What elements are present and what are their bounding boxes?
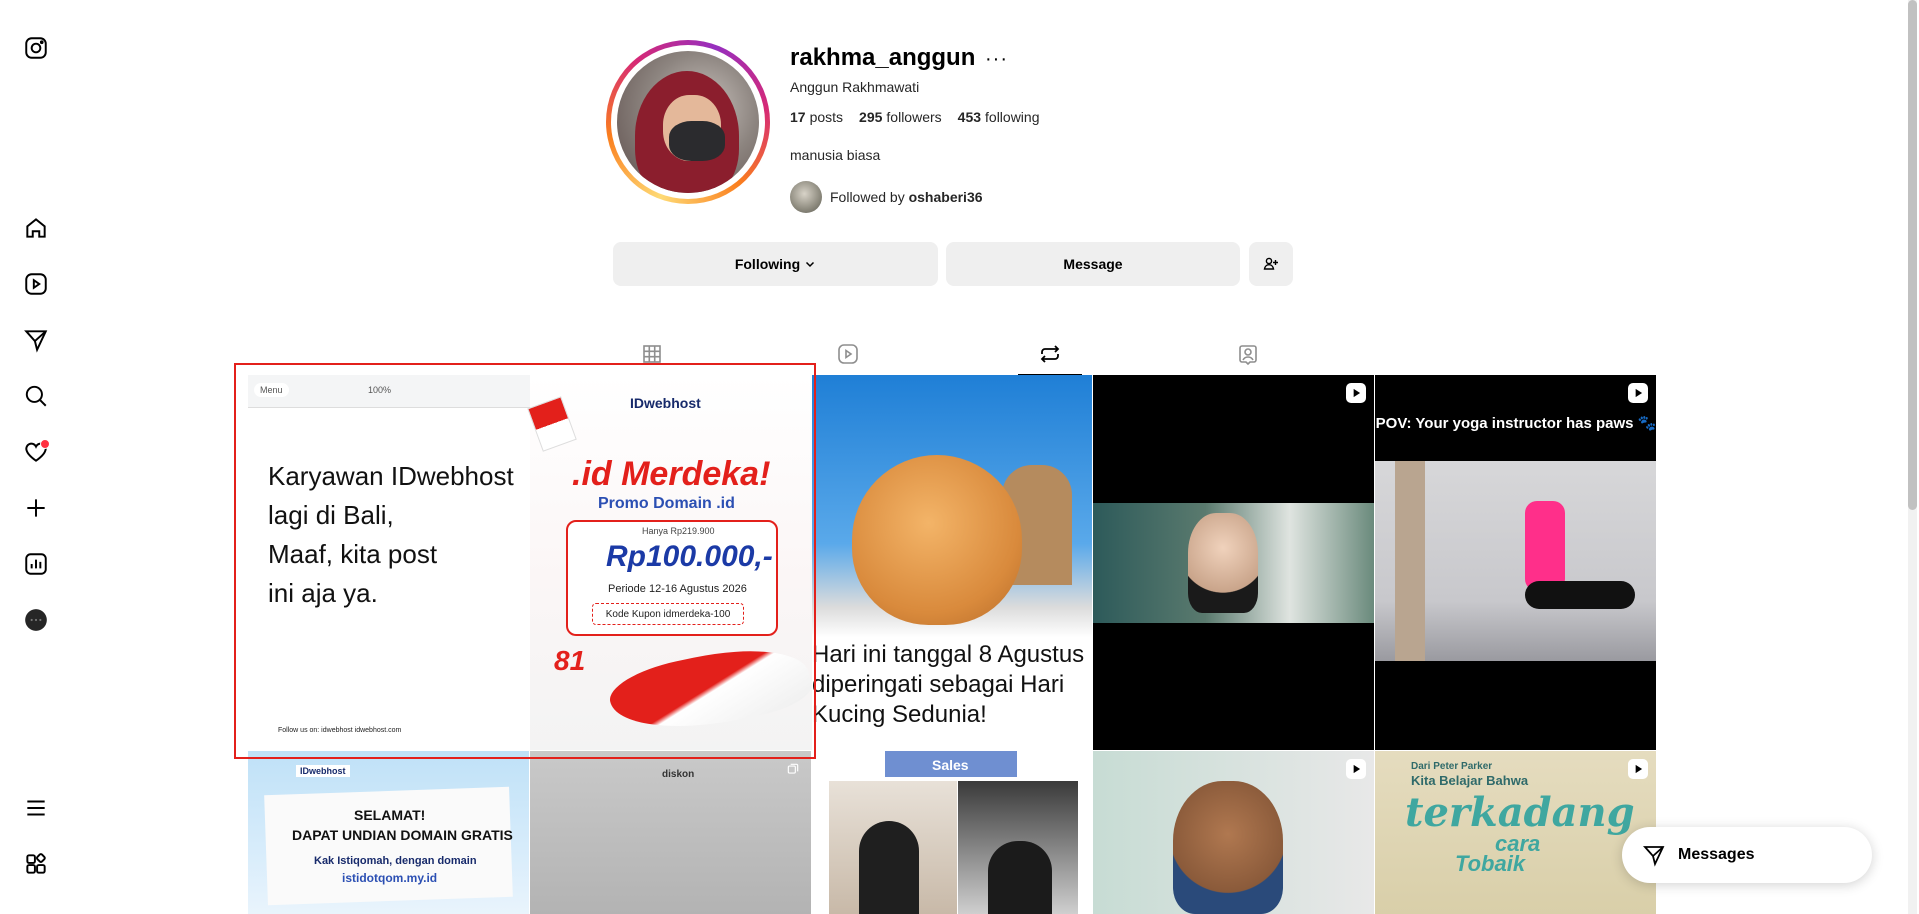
chevron-down-icon	[806, 261, 815, 268]
create-icon[interactable]	[22, 494, 50, 522]
post-text: Karyawan IDwebhost lagi di Bali, Maaf, k…	[268, 461, 514, 608]
follower-avatar	[790, 181, 822, 213]
grid-icon	[643, 345, 661, 363]
also-from-meta-icon[interactable]	[22, 850, 50, 878]
post-tile-idwebhost-promo[interactable]: Menu 100% Karyawan IDwebhost lagi di Bal…	[248, 375, 812, 750]
post-tile-sales-team[interactable]: Sales	[812, 751, 1092, 914]
post-tile-peter-parker[interactable]: Dari Peter Parker Kita Belajar Bahwa ter…	[1375, 751, 1656, 914]
post-tile-yoga-cat[interactable]: POV: Your yoga instructor has paws 🐾	[1375, 375, 1656, 750]
reel-icon	[1628, 759, 1648, 779]
profile-bio: manusia biasa	[790, 147, 881, 163]
post-tile-man-reel[interactable]	[1093, 751, 1374, 914]
cat-image	[852, 455, 1022, 625]
send-icon	[1642, 846, 1665, 867]
avatar-photo	[617, 51, 759, 193]
send-icon[interactable]	[22, 326, 50, 354]
sidebar-nav	[0, 0, 73, 914]
menu-icon[interactable]	[22, 794, 50, 822]
profile-tabs	[612, 334, 1292, 375]
reel-icon	[1346, 759, 1366, 779]
following-button[interactable]: Following	[613, 242, 938, 286]
posts-stat: 17 posts	[790, 109, 844, 125]
tab-reposts[interactable]	[1018, 334, 1082, 375]
followers-stat[interactable]: 295 followers	[859, 109, 942, 125]
follower-username: oshaberi36	[908, 189, 983, 205]
tab-reels[interactable]	[816, 334, 880, 374]
reel-icon	[1346, 383, 1366, 403]
reel-icon	[1628, 383, 1648, 403]
home-icon[interactable]	[22, 214, 50, 242]
profile-avatar[interactable]	[606, 40, 770, 204]
profile-full-name: Anggun Rakhmawati	[790, 79, 920, 95]
promo-graphic: IDwebhost .id Merdeka! Promo Domain .id …	[527, 375, 812, 750]
instagram-logo-icon[interactable]	[22, 34, 50, 62]
carousel-icon	[783, 759, 803, 779]
scrollbar-thumb[interactable]	[1908, 0, 1917, 510]
post-tile-cat-day[interactable]: Hari ini tanggal 8 Agustus diperingati s…	[812, 375, 1092, 750]
heart-icon[interactable]	[22, 438, 50, 466]
notification-dot	[40, 439, 50, 449]
post-tile-domain-winner[interactable]: IDwebhost SELAMAT! DAPAT UNDIAN DOMAIN G…	[248, 751, 529, 914]
following-stat[interactable]: 453 following	[958, 109, 1040, 125]
tab-posts[interactable]	[620, 334, 684, 374]
more-options-button[interactable]: ···	[985, 48, 1008, 71]
reels-tab-icon	[838, 344, 858, 364]
profile-username: rakhma_anggun	[790, 44, 976, 71]
spreadsheet-toolbar: Menu 100%	[248, 375, 530, 408]
post-tile-diskon[interactable]: diskon	[530, 751, 811, 914]
suggest-user-button[interactable]	[1249, 242, 1293, 286]
followed-by[interactable]: Followed by oshaberi36	[790, 181, 983, 213]
tab-tagged[interactable]	[1216, 334, 1280, 374]
messages-button[interactable]: Messages	[1622, 827, 1872, 883]
post-tile-drama-clip[interactable]	[1093, 375, 1374, 750]
dashboard-icon[interactable]	[22, 550, 50, 578]
profile-icon[interactable]	[22, 606, 50, 634]
flag-icon	[527, 396, 577, 452]
tagged-icon	[1239, 345, 1257, 366]
add-person-icon	[1263, 257, 1278, 270]
repost-icon	[1040, 345, 1060, 363]
profile-stats: 17 posts 295 followers 453 following	[790, 109, 1040, 125]
message-button[interactable]: Message	[946, 242, 1240, 286]
reels-icon[interactable]	[22, 270, 50, 298]
search-icon[interactable]	[22, 382, 50, 410]
